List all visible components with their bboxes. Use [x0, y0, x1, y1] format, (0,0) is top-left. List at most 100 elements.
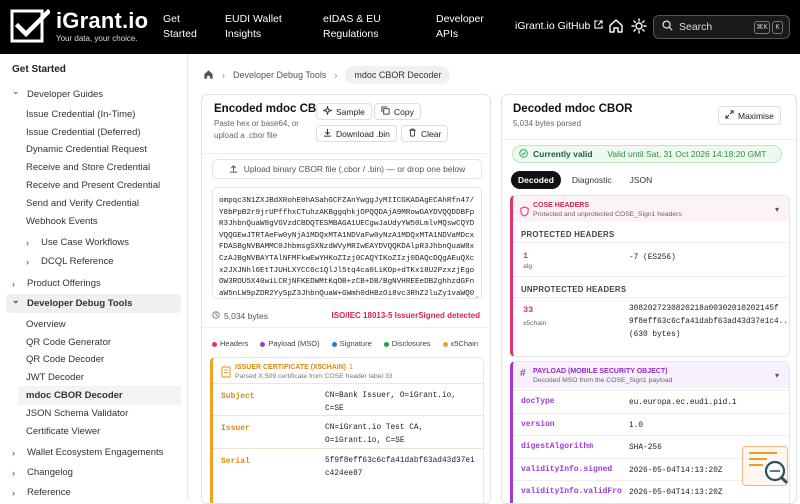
payload-subtitle: Decoded MSO from the COSE_Sign1 payload	[533, 377, 673, 384]
theme-toggle-sun-icon[interactable]	[631, 18, 647, 34]
sidebar-item-certificate-viewer[interactable]: Certificate Viewer	[26, 426, 100, 437]
encoded-subtitle-2: upload a .cbor file	[214, 131, 278, 140]
row-divider	[213, 415, 483, 416]
sidebar-item-label: Receive and Store Credential	[26, 162, 151, 173]
sidebar-item-dcql-reference[interactable]: › DCQL Reference	[26, 256, 114, 267]
sidebar-item-issue-credential-in-time[interactable]: Issue Credential (In-Time)	[26, 109, 135, 120]
encoded-subtitle-1: Paste hex or base64, or	[214, 119, 299, 128]
sidebar-item-issue-credential-deferred[interactable]: Issue Credential (Deferred)	[26, 127, 141, 138]
sidebar-item-webhook-events[interactable]: Webhook Events	[26, 216, 98, 227]
cbor-input-textarea[interactable]: ompqc3N1ZXJBdXRohE0hASahGCFZAnYwggJyMIIC…	[212, 187, 482, 299]
sidebar-heading: Get Started	[12, 64, 66, 75]
brand-logo[interactable]: iGrant.io Your data, your choice.	[10, 9, 148, 43]
sidebar: Get Started ⌄ Developer Guides Issue Crede…	[0, 54, 188, 500]
sidebar-item-wallet-ecosystem-engagements[interactable]: › Wallet Ecosystem Engagements	[12, 447, 163, 458]
nav-label-line1: Get	[163, 13, 180, 25]
download-bin-button[interactable]: Download .bin	[316, 125, 397, 142]
chevron-right-icon: ›	[26, 256, 29, 267]
sidebar-item-receive-and-present-credential[interactable]: Receive and Present Credential	[26, 180, 160, 191]
payload-header-bar[interactable]	[513, 362, 789, 388]
x5chain-value-line3: (630 bytes)	[629, 331, 681, 339]
home-icon[interactable]	[203, 69, 214, 82]
x5chain-key: 33	[523, 305, 534, 315]
breadcrumb-parent[interactable]: Developer Debug Tools	[233, 70, 326, 80]
sidebar-item-developer-debug-tools[interactable]: ⌄ Developer Debug Tools	[6, 294, 181, 313]
main-content: › Developer Debug Tools › mdoc CBOR Deco…	[189, 54, 800, 504]
tab-diagnostic[interactable]: Diagnostic	[565, 171, 619, 189]
github-label: iGrant.io GitHub	[515, 20, 591, 32]
cert-field-value: C=SE	[325, 405, 344, 413]
resize-handle-icon[interactable]	[472, 289, 479, 298]
payload-title: PAYLOAD (MOBILE SECURITY OBJECT)	[533, 368, 668, 375]
chevron-down-icon[interactable]: ▾	[775, 205, 779, 214]
nav-developer-apis[interactable]: Developer APIs	[436, 12, 484, 42]
nav-label-line1: Developer	[436, 13, 484, 25]
chevron-right-icon: ›	[12, 467, 15, 478]
view-tabs: Decoded Diagnostic JSON	[511, 171, 659, 189]
copy-button[interactable]: Copy	[374, 103, 421, 120]
cert-field-key: Issuer	[221, 424, 250, 433]
sidebar-item-label: JSON Schema Validator	[26, 408, 129, 419]
sidebar-item-label: Product Offerings	[27, 278, 101, 289]
sidebar-item-mdoc-cbor-decoder[interactable]: mdoc CBOR Decoder	[18, 386, 181, 405]
maximise-icon	[725, 110, 734, 121]
chevron-down-icon[interactable]: ▾	[775, 371, 779, 380]
chevron-down-icon: ⌄	[12, 86, 20, 96]
tab-json[interactable]: JSON	[623, 171, 660, 189]
upload-dropzone[interactable]: Upload binary CBOR file (.cbor / .bin) —…	[212, 159, 482, 179]
sidebar-item-send-and-verify-credential[interactable]: Send and Verify Credential	[26, 198, 139, 209]
x5chain-value-line1: 3082027230820218a00302010202145f	[629, 305, 779, 313]
breadcrumb-separator: ›	[222, 70, 225, 80]
help-widget-button[interactable]	[742, 446, 788, 486]
sidebar-item-overview[interactable]: Overview	[26, 319, 66, 330]
format-detected-label: ISO/IEC 18013-5 IssuerSigned detected	[331, 311, 480, 320]
nav-eidas-regulations[interactable]: eIDAS & EU Regulations	[323, 12, 381, 42]
cert-field-value: CN=iGrant.io Test CA,	[325, 424, 424, 432]
copy-label: Copy	[394, 106, 414, 117]
maximise-button[interactable]: Maximise	[718, 106, 781, 125]
cert-count: 1	[349, 364, 353, 371]
cert-field-value: 5f9f8eff63c6cfa41dabf63ad43d37e1	[325, 457, 475, 465]
clear-button[interactable]: Clear	[401, 125, 449, 142]
sidebar-item-developer-guides[interactable]: ⌄ Developer Guides	[12, 86, 104, 100]
legend-label: Signature	[339, 339, 372, 348]
cbor-data-line: FDASBgNVBAMMC0JhbmsgSXNzdWVyMRIwEAYDVQQK…	[219, 243, 475, 252]
sidebar-item-label: Changelog	[27, 467, 73, 478]
sidebar-item-reference[interactable]: › Reference	[12, 487, 71, 498]
nav-eudi-wallet-insights[interactable]: EUDI Wallet Insights	[225, 12, 282, 42]
sidebar-item-jwt-decoder[interactable]: JWT Decoder	[26, 372, 84, 383]
decoded-subtitle: 5,034 bytes parsed	[513, 119, 582, 128]
cose-header-bar[interactable]	[513, 196, 789, 222]
sidebar-item-json-schema-validator[interactable]: JSON Schema Validator	[26, 408, 128, 419]
sidebar-item-qr-code-decoder[interactable]: QR Code Decoder	[26, 354, 104, 365]
checkmark-logo-icon	[10, 8, 52, 43]
sidebar-item-label: Developer Guides	[27, 89, 104, 100]
sidebar-item-label: QR Code Decoder	[26, 354, 105, 365]
tab-decoded[interactable]: Decoded	[511, 171, 561, 189]
sidebar-item-use-case-workflows[interactable]: › Use Case Workflows	[26, 237, 129, 248]
validity-status: Currently valid	[533, 149, 593, 159]
sample-label: Sample	[336, 106, 365, 117]
search-input[interactable]: Search ⌘K K	[653, 15, 790, 39]
payload-field-value: SHA-256	[629, 444, 662, 452]
sample-button[interactable]: Sample	[316, 103, 372, 120]
legend-dot-icon	[383, 341, 389, 347]
external-link-icon	[594, 20, 603, 32]
cbor-data-line: OW3ROU5X40wiLCRjNFKEDWMtKqOB+zCB+DB/BgNV…	[219, 278, 475, 287]
nav-github-link[interactable]: iGrant.io GitHub	[515, 20, 603, 32]
brand-name: iGrant.io	[56, 8, 149, 33]
cert-field-key: Serial	[221, 457, 250, 466]
sidebar-item-receive-and-store-credential[interactable]: Receive and Store Credential	[26, 162, 150, 173]
sidebar-item-qr-code-generator[interactable]: QR Code Generator	[26, 337, 111, 348]
sidebar-item-label: Webhook Events	[26, 216, 98, 227]
clear-label: Clear	[421, 128, 442, 139]
home-icon[interactable]	[608, 18, 624, 34]
sidebar-item-changelog[interactable]: › Changelog	[12, 467, 73, 478]
legend-dot-icon	[442, 341, 448, 347]
nav-label-line2: Regulations	[323, 28, 379, 40]
nav-get-started[interactable]: Get Started	[163, 12, 197, 42]
alg-key: 1	[523, 251, 529, 261]
sidebar-item-product-offerings[interactable]: › Product Offerings	[12, 278, 101, 289]
sidebar-item-dynamic-credential-request[interactable]: Dynamic Credential Request	[26, 144, 147, 155]
x5chain-name: x5chain	[523, 320, 547, 327]
